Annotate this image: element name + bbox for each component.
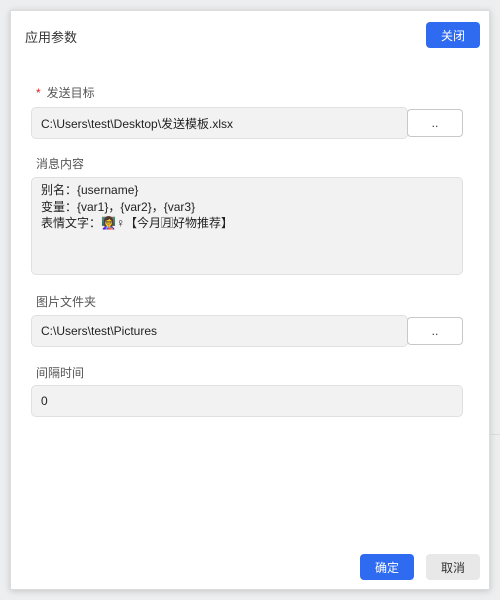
target-label-text: 发送目标	[46, 86, 95, 100]
background-divider	[491, 434, 500, 435]
message-line-vars: 变量：{var1}，{var2}，{var3}	[41, 199, 196, 214]
message-textarea[interactable]: 别名：{username} 变量：{var1}，{var2}，{var3} 表情…	[31, 177, 463, 275]
target-label: * 发送目标	[36, 84, 95, 101]
message-line-alias: 别名：{username}	[41, 183, 139, 197]
message-line-emoji: 表情文字：👩‍🏫♀【今月🈷好物推荐】	[41, 216, 233, 230]
target-path-field[interactable]: C:\Users\test\Desktop\发送模板.xlsx	[31, 107, 408, 139]
message-label: 消息内容	[36, 157, 85, 171]
interval-label: 间隔时间	[36, 366, 85, 380]
images-browse-button[interactable]: ..	[407, 317, 463, 345]
required-mark: *	[36, 86, 41, 100]
cancel-button[interactable]: 取消	[426, 554, 480, 580]
images-label: 图片文件夹	[36, 295, 97, 309]
interval-field[interactable]: 0	[31, 385, 463, 417]
images-folder-field[interactable]: C:\Users\test\Pictures	[31, 315, 408, 347]
target-browse-button[interactable]: ..	[407, 109, 463, 137]
close-button[interactable]: 关闭	[426, 22, 480, 48]
app-params-dialog: 应用参数 关闭 * 发送目标 C:\Users\test\Desktop\发送模板…	[10, 10, 490, 590]
confirm-button[interactable]: 确定	[360, 554, 414, 580]
dialog-title: 应用参数	[25, 30, 78, 45]
